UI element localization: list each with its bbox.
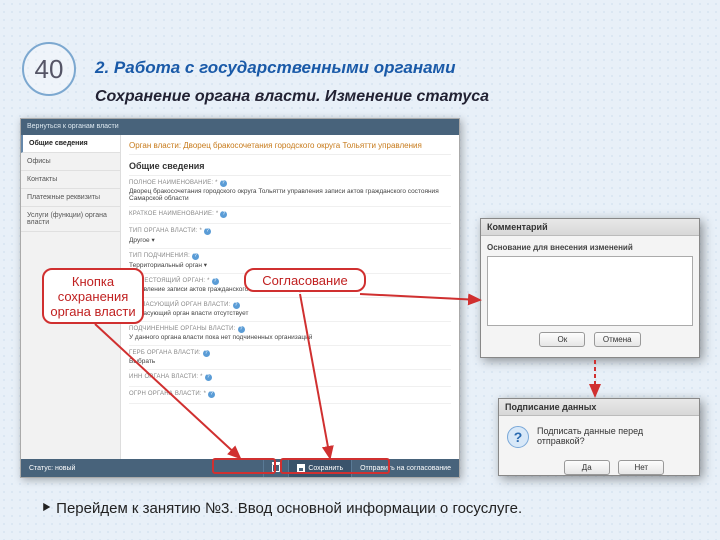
field-label: ТИП ПОДЧИНЕНИЯ:? [129,253,451,260]
sidebar-item-general[interactable]: Общие сведения [21,135,120,153]
help-icon[interactable]: ? [192,253,199,260]
question-icon: ? [507,426,529,448]
field-label: ТИП ОРГАНА ВЛАСТИ: *? [129,228,451,235]
slide-number-text: 40 [35,54,64,85]
sidebar-item-contacts[interactable]: Контакты [21,171,120,189]
field-subordinate: ПОДЧИНЕННЫЕ ОРГАНЫ ВЛАСТИ:? У данного ор… [129,322,451,346]
help-icon[interactable]: ? [238,326,245,333]
sign-yes-button[interactable]: Да [564,460,610,475]
callout-save-text: Кнопка сохранения органа власти [48,274,138,319]
field-label: ОГРН ОРГАНА ВЛАСТИ: *? [129,391,451,398]
sign-message: Подписать данные перед отправкой? [537,426,691,454]
field-value[interactable] [129,218,451,219]
comment-dialog-body: Основание для внесения изменений Ок Отме… [481,236,699,353]
heading-primary: 2. Работа с государственными органами [95,58,456,78]
sign-dialog: Подписание данных ? Подписать данные пер… [498,398,700,476]
app-topbar: Вернуться к органам власти [21,119,459,135]
sidebar-item-services[interactable]: Услуги (функции) органа власти [21,207,120,232]
field-label: ИНН ОРГАНА ВЛАСТИ: *? [129,374,451,381]
back-link[interactable]: Вернуться к органам власти [27,123,119,130]
sidebar-item-label: Услуги (функции) органа власти [27,212,107,226]
comment-textarea[interactable] [487,256,693,326]
comment-ok-button[interactable]: Ок [539,332,585,347]
field-value[interactable] [129,381,451,382]
bullet-icon: ⯈ [40,500,52,517]
sidebar-item-label: Общие сведения [29,140,88,147]
callout-save: Кнопка сохранения органа власти [42,268,144,324]
field-ogrn: ОГРН ОРГАНА ВЛАСТИ: *? [129,387,451,404]
sidebar-item-label: Офисы [27,158,51,165]
sidebar-item-offices[interactable]: Офисы [21,153,120,171]
help-icon[interactable]: ? [204,228,211,235]
sign-no-button[interactable]: Нет [618,460,664,475]
help-icon[interactable]: ? [220,180,227,187]
field-label: ПОЛНОЕ НАИМЕНОВАНИЕ: *? [129,180,451,187]
field-value[interactable]: Выбрать [129,357,451,365]
field-short-name: КРАТКОЕ НАИМЕНОВАНИЕ: *? [129,207,451,224]
field-value[interactable]: Другое ▾ [129,235,451,244]
field-approving-org: СОГЛАСУЮЩИЙ ОРГАН ВЛАСТИ:? Согласующий о… [129,298,451,322]
field-value[interactable]: Согласующий орган власти отсутствует [129,309,451,317]
field-label: КРАТКОЕ НАИМЕНОВАНИЕ: *? [129,211,451,218]
sidebar-item-label: Контакты [27,176,57,183]
slide-number-badge: 40 [22,42,76,96]
callout-approve: Согласование [244,268,366,292]
comment-dialog-title: Комментарий [481,219,699,236]
org-breadcrumb: Орган власти: Дворец бракосочетания горо… [129,139,451,155]
section-title: Общие сведения [129,155,451,176]
sidebar-item-label: Платежные реквизиты [27,194,100,201]
highlight-save-frame [212,458,276,474]
footer-text: Перейдем к занятию №3. Ввод основной инф… [56,500,522,517]
field-value[interactable] [129,398,451,399]
field-value[interactable]: Дворец бракосочетания городского округа … [129,187,451,202]
help-icon[interactable]: ? [233,302,240,309]
main-area: Орган власти: Дворец бракосочетания горо… [121,135,459,459]
sidebar-item-payments[interactable]: Платежные реквизиты [21,189,120,207]
field-label: ГЕРБ ОРГАНА ВЛАСТИ:? [129,350,451,357]
heading-secondary: Сохранение органа власти. Изменение стат… [95,88,489,106]
comment-dialog: Комментарий Основание для внесения измен… [480,218,700,358]
field-full-name: ПОЛНОЕ НАИМЕНОВАНИЕ: *? Дворец бракосоче… [129,176,451,207]
highlight-send-frame [280,458,390,474]
help-icon[interactable]: ? [203,350,210,357]
field-emblem: ГЕРБ ОРГАНА ВЛАСТИ:? Выбрать [129,346,451,370]
comment-cancel-button[interactable]: Отмена [594,332,641,347]
sign-dialog-title: Подписание данных [499,399,699,416]
field-value: У данного органа власти пока нет подчине… [129,333,451,341]
help-icon[interactable]: ? [208,391,215,398]
field-label: СОГЛАСУЮЩИЙ ОРГАН ВЛАСТИ:? [129,302,451,309]
sign-dialog-body: ? Подписать данные перед отправкой? Да Н… [499,416,699,481]
callout-approve-text: Согласование [262,273,347,288]
footer-note: ⯈ Перейдем к занятию №3. Ввод основной и… [40,500,522,517]
comment-label: Основание для внесения изменений [487,243,633,252]
help-icon[interactable]: ? [212,278,219,285]
help-icon[interactable]: ? [220,211,227,218]
field-label: ПОДЧИНЕННЫЕ ОРГАНЫ ВЛАСТИ:? [129,326,451,333]
help-icon[interactable]: ? [205,374,212,381]
field-inn: ИНН ОРГАНА ВЛАСТИ: *? [129,370,451,387]
field-type: ТИП ОРГАНА ВЛАСТИ: *? Другое ▾ [129,224,451,249]
